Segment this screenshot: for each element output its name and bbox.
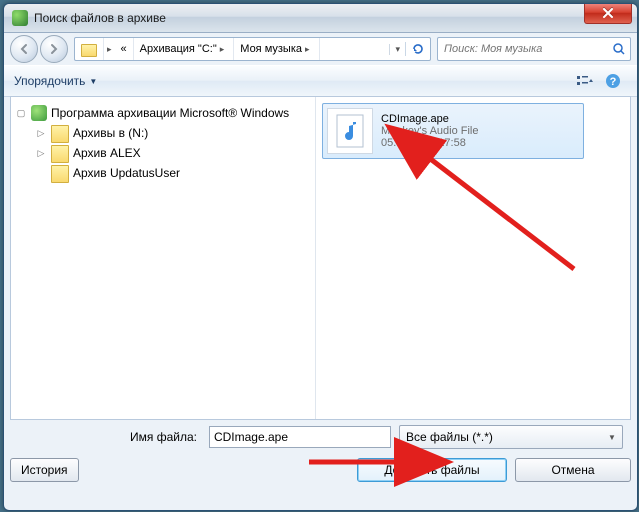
tree-root-label: Программа архивации Microsoft® Windows [51, 106, 289, 120]
chevron-down-icon: ▼ [89, 77, 97, 86]
chevron-right-icon: ▸ [302, 44, 313, 55]
bottom-panel: Имя файла: Все файлы (*.*) ▼ История Доб… [10, 424, 631, 504]
help-button[interactable]: ? [599, 70, 627, 92]
tree-item-label: Архив UpdatusUser [73, 166, 180, 180]
expand-icon[interactable]: ▷ [35, 148, 47, 159]
folder-icon [51, 145, 69, 163]
titlebar: Поиск файлов в архиве [4, 4, 637, 33]
search-box[interactable] [437, 37, 631, 61]
filetype-value: Все файлы (*.*) [406, 430, 493, 444]
program-icon [31, 105, 47, 121]
file-type: Monkey's Audio File [381, 125, 478, 137]
file-item-selected[interactable]: CDImage.ape Monkey's Audio File 05.03.20… [322, 103, 584, 159]
tree-item[interactable]: ▷ Архив ALEX [15, 143, 311, 163]
expand-icon[interactable]: ▷ [35, 128, 47, 139]
file-meta: CDImage.ape Monkey's Audio File 05.03.20… [381, 108, 478, 154]
organize-menu[interactable]: Упорядочить ▼ [14, 74, 97, 88]
file-thumbnail [327, 108, 373, 154]
chevron-right-icon[interactable]: ▸ [104, 44, 115, 55]
search-input[interactable] [438, 43, 608, 55]
tree-root[interactable]: ▢ Программа архивации Microsoft® Windows [15, 103, 311, 123]
tree-item-label: Архивы в (N:) [73, 126, 148, 140]
filename-row: Имя файла: Все файлы (*.*) ▼ [10, 424, 631, 450]
close-icon [602, 8, 614, 18]
folder-icon [81, 44, 97, 57]
breadcrumb-label: Моя музыка [240, 43, 302, 55]
breadcrumb-label: Архивация "C:" [140, 43, 217, 55]
collapse-icon[interactable]: ▢ [15, 108, 27, 119]
view-options-button[interactable] [571, 70, 599, 92]
filename-input[interactable] [209, 426, 391, 448]
back-button[interactable] [10, 35, 38, 63]
forward-button[interactable] [40, 35, 68, 63]
window-title: Поиск файлов в архиве [34, 11, 166, 25]
refresh-button[interactable] [405, 42, 430, 56]
breadcrumb-seg-1[interactable]: Архивация "C:" ▸ [134, 38, 235, 60]
dialog-window: Поиск файлов в архиве ▸ « [3, 3, 638, 511]
audio-file-icon [336, 114, 364, 148]
cancel-button[interactable]: Отмена [515, 458, 631, 482]
svg-text:?: ? [610, 76, 617, 88]
search-icon[interactable] [608, 42, 630, 56]
chevron-down-icon: ▼ [608, 433, 616, 442]
tree-item-label: Архив ALEX [73, 146, 141, 160]
organize-label: Упорядочить [14, 74, 85, 88]
add-files-label: Добавить файлы [384, 463, 479, 477]
breadcrumb-folder-icon-seg[interactable] [75, 38, 104, 60]
tree-item[interactable]: ▷ Архивы в (N:) [15, 123, 311, 143]
file-list-pane[interactable]: CDImage.ape Monkey's Audio File 05.03.20… [316, 97, 630, 419]
refresh-icon [411, 42, 425, 56]
filetype-combo[interactable]: Все файлы (*.*) ▼ [399, 425, 623, 449]
tree-item[interactable]: Архив UpdatusUser [15, 163, 311, 183]
chevron-right-icon: ▸ [217, 44, 228, 55]
window-buttons [585, 3, 632, 24]
toolbar: Упорядочить ▼ ? [4, 65, 637, 97]
file-name: CDImage.ape [381, 113, 478, 125]
file-date: 05.03.2011 17:58 [381, 137, 478, 149]
breadcrumb-ellipsis[interactable]: « [115, 38, 134, 60]
breadcrumb-seg-2[interactable]: Моя музыка ▸ [234, 38, 319, 60]
close-button[interactable] [584, 3, 632, 24]
app-icon [12, 10, 28, 26]
dialog-body: ▢ Программа архивации Microsoft® Windows… [10, 96, 631, 420]
history-label: История [21, 463, 68, 477]
nav-row: ▸ « Архивация "C:" ▸ Моя музыка ▸ ▾ [4, 33, 637, 65]
cancel-label: Отмена [551, 463, 594, 477]
arrow-right-icon [48, 43, 60, 55]
folder-tree[interactable]: ▢ Программа архивации Microsoft® Windows… [11, 97, 316, 419]
folder-icon [51, 165, 69, 183]
history-button[interactable]: История [10, 458, 79, 482]
view-icon [576, 74, 594, 88]
folder-icon [51, 125, 69, 143]
filename-label: Имя файла: [130, 430, 201, 444]
address-bar[interactable]: ▸ « Архивация "C:" ▸ Моя музыка ▸ ▾ [74, 37, 431, 61]
buttons-row: История Добавить файлы Отмена [10, 456, 631, 484]
arrow-left-icon [18, 43, 30, 55]
nav-buttons [10, 35, 68, 63]
help-icon: ? [605, 73, 621, 89]
add-files-button[interactable]: Добавить файлы [357, 458, 507, 482]
chevron-down-icon[interactable]: ▾ [389, 44, 405, 55]
